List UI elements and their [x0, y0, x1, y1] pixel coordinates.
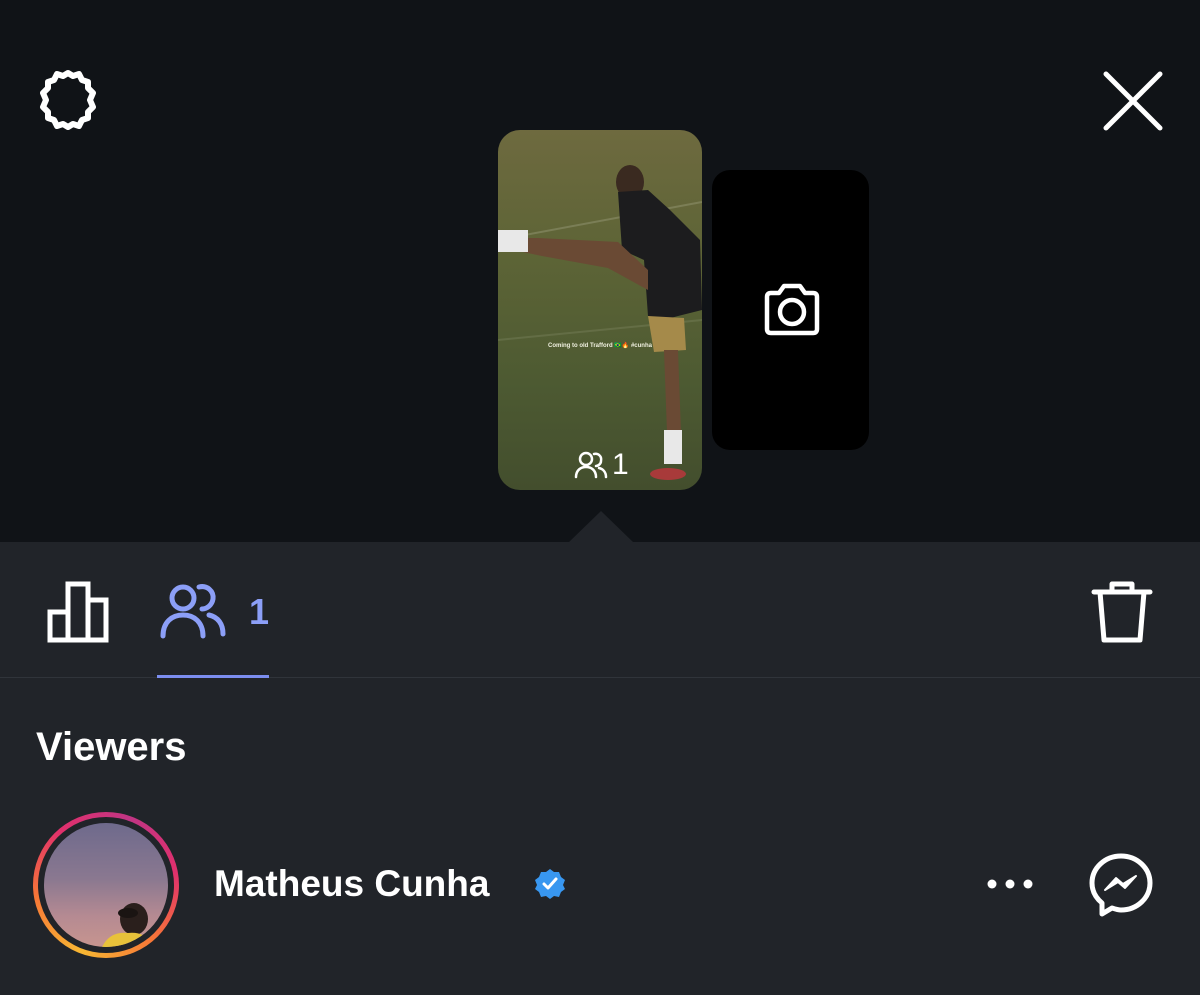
avatar[interactable]: [44, 823, 168, 947]
avatar-image: [102, 903, 154, 947]
tab-viewers[interactable]: 1: [157, 578, 269, 678]
story-thumbnail[interactable]: Coming to old Trafford 🇧🇷🔥 #cunha: [498, 130, 702, 490]
people-icon: [574, 451, 608, 479]
active-tab-indicator: [157, 675, 269, 678]
viewer-list-item[interactable]: Matheus Cunha: [0, 810, 1200, 960]
close-icon: [1103, 71, 1163, 131]
more-dots-icon: [987, 879, 1033, 889]
story-viewer-count: 1: [574, 448, 629, 482]
messenger-icon: [1089, 853, 1153, 917]
story-image: [498, 165, 702, 480]
tab-bar: 1: [0, 542, 1200, 678]
story-caption: Coming to old Trafford 🇧🇷🔥 #cunha: [548, 343, 652, 349]
add-story-card[interactable]: [712, 170, 869, 450]
viewers-heading: Viewers: [36, 725, 187, 769]
story-details-panel: 1 Viewers Matheus Cunha: [0, 542, 1200, 995]
people-icon: [160, 584, 226, 639]
story-ring: [33, 812, 179, 958]
selection-pointer: [568, 511, 634, 543]
gear-icon: [40, 70, 96, 130]
delete-story-button[interactable]: [1090, 578, 1154, 646]
story-viewer-count-value: 1: [612, 448, 629, 481]
viewer-name[interactable]: Matheus Cunha: [214, 862, 489, 906]
verified-badge-icon: [535, 869, 565, 899]
tab-insights[interactable]: [44, 578, 114, 646]
story-preview-area: Coming to old Trafford 🇧🇷🔥 #cunha 1: [0, 0, 1200, 543]
send-message-button[interactable]: [1088, 852, 1154, 918]
bar-chart-icon: [47, 581, 109, 643]
settings-button[interactable]: [34, 66, 102, 134]
camera-icon: [764, 283, 820, 336]
trash-icon: [1091, 581, 1153, 643]
more-options-button[interactable]: [982, 868, 1038, 900]
tab-viewers-count: 1: [249, 591, 270, 632]
close-button[interactable]: [1098, 66, 1168, 136]
